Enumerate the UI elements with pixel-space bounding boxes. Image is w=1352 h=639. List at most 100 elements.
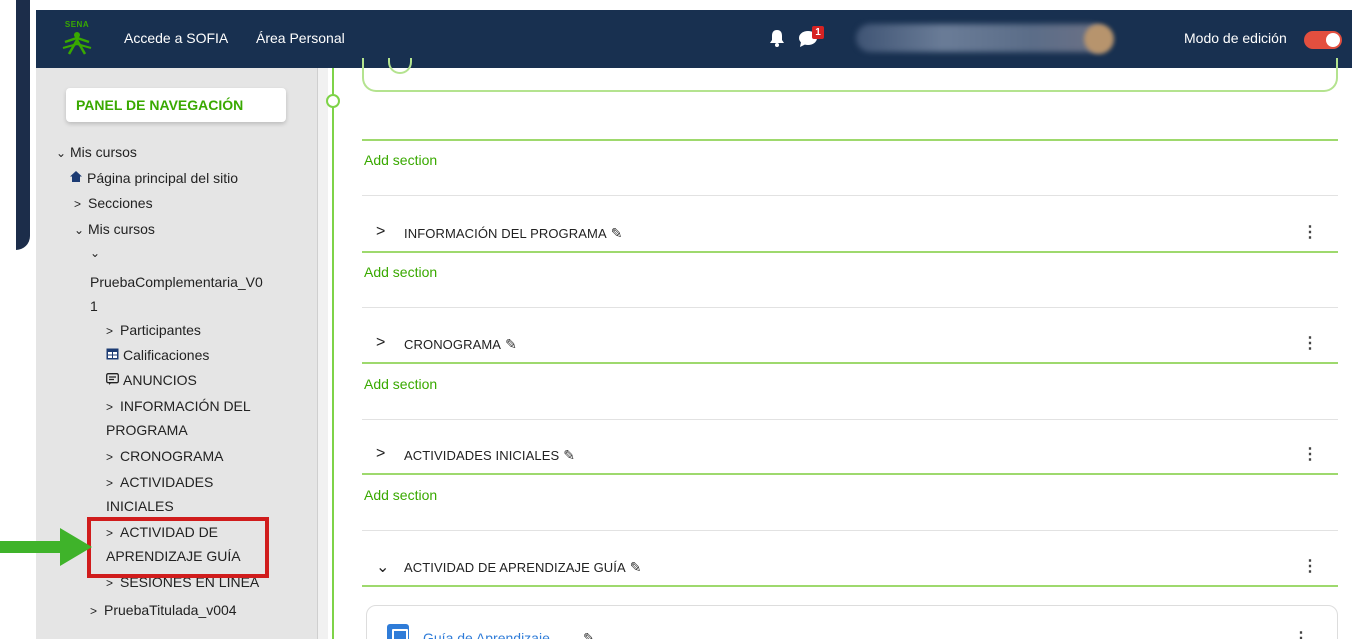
activity-card[interactable]: Guía de Aprendizaje ✎ ⋮: [366, 605, 1338, 639]
add-section-link[interactable]: Add section: [364, 487, 437, 503]
sidebar-item-announcements[interactable]: ANUNCIOS: [104, 368, 197, 393]
sidebar-item-my-courses[interactable]: ⌄ Mis cursos: [56, 140, 137, 165]
chevron-right-icon[interactable]: >: [376, 334, 385, 352]
section-program-info[interactable]: > INFORMACIÓN DEL PROGRAMA ✎ ⋮: [362, 218, 1338, 248]
sidebar-item-label: Mis cursos: [70, 144, 137, 160]
app-window: SENA Accede a SOFIA Área Personal 1 Modo…: [0, 0, 1352, 639]
circle-icon: [388, 58, 412, 74]
section-title-wrap: ACTIVIDAD DE APRENDIZAJE GUÍA ✎: [404, 559, 642, 576]
sidebar-item-label: CRONOGRAMA: [120, 448, 224, 464]
section-learning-activity[interactable]: ⌄ ACTIVIDAD DE APRENDIZAJE GUÍA ✎ ⋮: [362, 552, 1338, 582]
timeline-line: [332, 68, 334, 639]
divider: [362, 139, 1338, 141]
user-name-blurred[interactable]: [856, 24, 1106, 52]
document-icon: [387, 624, 409, 639]
timeline-dot: [326, 94, 340, 108]
divider: [362, 195, 1338, 196]
section-title-wrap: CRONOGRAMA ✎: [404, 336, 517, 353]
sidebar-item-label: ACTIVIDADES: [120, 474, 214, 490]
divider: [362, 362, 1338, 364]
add-section-link[interactable]: Add section: [364, 152, 437, 168]
notification-badge: 1: [812, 26, 824, 39]
sena-logo[interactable]: SENA: [60, 20, 94, 58]
home-icon: [68, 167, 84, 191]
sidebar-item-label: Secciones: [88, 195, 153, 211]
pencil-icon[interactable]: ✎: [611, 225, 623, 242]
section-schedule[interactable]: > CRONOGRAMA ✎ ⋮: [362, 329, 1338, 359]
pencil-icon[interactable]: ✎: [505, 336, 517, 353]
pencil-icon[interactable]: ✎: [630, 559, 642, 576]
sidebar-item-grades[interactable]: Calificaciones: [104, 343, 209, 368]
sidebar-item-initial-activities[interactable]: > ACTIVIDADES: [106, 470, 213, 495]
chevron-down-icon[interactable]: ⌄: [90, 240, 104, 265]
chevron-right-icon: >: [106, 400, 114, 414]
section-title: ACTIVIDAD DE APRENDIZAJE GUÍA: [404, 560, 626, 575]
personal-area-link[interactable]: Área Personal: [256, 30, 345, 46]
kebab-menu-icon[interactable]: ⋮: [1302, 222, 1318, 242]
divider: [362, 530, 1338, 531]
chevron-down-icon[interactable]: ⌄: [376, 557, 389, 577]
sidebar-item-label: Participantes: [120, 322, 201, 338]
divider: [362, 251, 1338, 253]
sidebar-item-label: Calificaciones: [123, 347, 210, 363]
edit-mode-label: Modo de edición: [1184, 30, 1287, 46]
kebab-menu-icon[interactable]: ⋮: [1302, 444, 1318, 464]
avatar[interactable]: [1084, 24, 1114, 54]
chevron-right-icon: >: [90, 604, 98, 618]
sidebar-scrollbar[interactable]: [318, 68, 328, 639]
sidebar-item-label-cont: INICIALES: [106, 498, 174, 514]
chevron-down-icon: ⌄: [56, 146, 67, 160]
pencil-icon[interactable]: ✎: [563, 447, 575, 464]
sidebar-item-sections[interactable]: > Secciones: [74, 191, 153, 216]
table-icon: [104, 344, 120, 368]
highlight-box: [87, 517, 269, 578]
toggle-knob: [1326, 33, 1340, 47]
section-title: ACTIVIDADES INICIALES: [404, 448, 560, 463]
sidebar-item-home[interactable]: Página principal del sitio: [68, 166, 238, 191]
sidebar-item-label: ANUNCIOS: [123, 372, 197, 388]
section-title: CRONOGRAMA: [404, 337, 502, 352]
sidebar-item-label: PruebaComplementaria_V0: [90, 274, 263, 290]
background-window-edge: [0, 0, 30, 250]
divider: [362, 585, 1338, 587]
section-title-wrap: INFORMACIÓN DEL PROGRAMA ✎: [404, 225, 623, 242]
sidebar-item-course-titulada[interactable]: > PruebaTitulada_v004: [90, 598, 237, 623]
chevron-right-icon: >: [106, 450, 114, 464]
activity-link[interactable]: Guía de Aprendizaje: [423, 630, 550, 639]
section-title: INFORMACIÓN DEL PROGRAMA: [404, 226, 607, 241]
chevron-right-icon: >: [74, 197, 82, 211]
pencil-icon[interactable]: ✎: [583, 630, 595, 639]
edit-mode-toggle[interactable]: [1304, 31, 1342, 49]
sidebar-item-participants[interactable]: > Participantes: [106, 318, 201, 343]
sidebar-item-program-info[interactable]: > INFORMACIÓN DEL: [106, 394, 251, 419]
sidebar-item-my-courses-2[interactable]: ⌄ Mis cursos: [74, 217, 155, 242]
chevron-right-icon[interactable]: >: [376, 445, 385, 463]
arrow-right-icon: [0, 528, 92, 566]
sidebar-item-label: Página principal del sitio: [87, 170, 238, 186]
add-section-link[interactable]: Add section: [364, 376, 437, 392]
sidebar-item-course-complementaria[interactable]: PruebaComplementaria_V0: [90, 270, 263, 294]
chevron-right-icon: >: [106, 476, 114, 490]
section-title-wrap: ACTIVIDADES INICIALES ✎: [404, 447, 575, 464]
kebab-menu-icon[interactable]: ⋮: [1302, 333, 1318, 353]
sidebar-item-label-cont: PROGRAMA: [106, 422, 188, 438]
logo-text: SENA: [64, 20, 90, 29]
navigation-panel-button[interactable]: PANEL DE NAVEGACIÓN: [66, 88, 286, 122]
bell-icon[interactable]: [768, 28, 786, 48]
divider: [362, 419, 1338, 420]
sidebar-item-label-cont: 1: [90, 298, 98, 314]
add-section-link[interactable]: Add section: [364, 264, 437, 280]
forum-icon: [104, 369, 120, 393]
divider: [362, 307, 1338, 308]
sidebar-item-label: PruebaTitulada_v004: [104, 602, 237, 618]
sofia-link[interactable]: Accede a SOFIA: [124, 30, 228, 46]
kebab-menu-icon[interactable]: ⋮: [1302, 556, 1318, 576]
chevron-down-icon: ⌄: [74, 223, 85, 237]
divider: [362, 473, 1338, 475]
sidebar-item-schedule[interactable]: > CRONOGRAMA: [106, 444, 223, 469]
chevron-right-icon[interactable]: >: [376, 223, 385, 241]
sidebar-item-label: INFORMACIÓN DEL: [120, 398, 251, 414]
section-initial-activities[interactable]: > ACTIVIDADES INICIALES ✎ ⋮: [362, 440, 1338, 470]
chevron-right-icon: >: [106, 324, 114, 338]
kebab-menu-icon[interactable]: ⋮: [1293, 628, 1309, 639]
